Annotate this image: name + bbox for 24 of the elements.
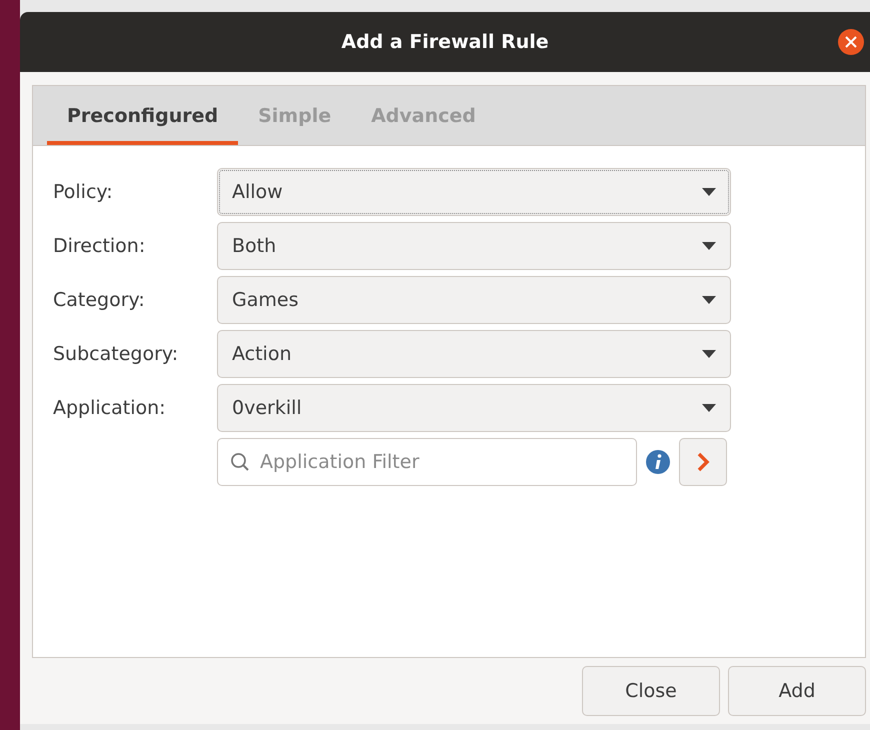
field-label: Category: xyxy=(53,289,146,311)
close-button[interactable] xyxy=(838,29,864,55)
search-field[interactable]: Application Filter xyxy=(217,438,637,486)
info-icon xyxy=(645,449,671,475)
field-label: Direction: xyxy=(53,235,146,257)
caret-icon xyxy=(702,404,716,412)
caret-icon xyxy=(702,242,716,250)
next-button[interactable] xyxy=(679,438,727,486)
chevron-right-icon xyxy=(696,451,710,473)
field-label: Subcategory: xyxy=(53,343,180,365)
dialog-button[interactable]: Close xyxy=(582,666,720,716)
caret-icon xyxy=(702,188,716,196)
dropdown[interactable]: Allow xyxy=(217,168,731,216)
dropdown[interactable]: Both xyxy=(217,222,731,270)
window-title: Add a Firewall Rule xyxy=(341,31,549,53)
caret-icon xyxy=(702,350,716,358)
close-icon xyxy=(845,36,857,48)
field-label: Policy: xyxy=(53,181,114,203)
dropdown[interactable]: 0verkill xyxy=(217,384,731,432)
caret-icon xyxy=(702,296,716,304)
field-label: Application: xyxy=(53,397,167,419)
dropdown[interactable]: Games xyxy=(217,276,731,324)
dropdown[interactable]: Action xyxy=(217,330,731,378)
dialog-button[interactable]: Add xyxy=(728,666,866,716)
